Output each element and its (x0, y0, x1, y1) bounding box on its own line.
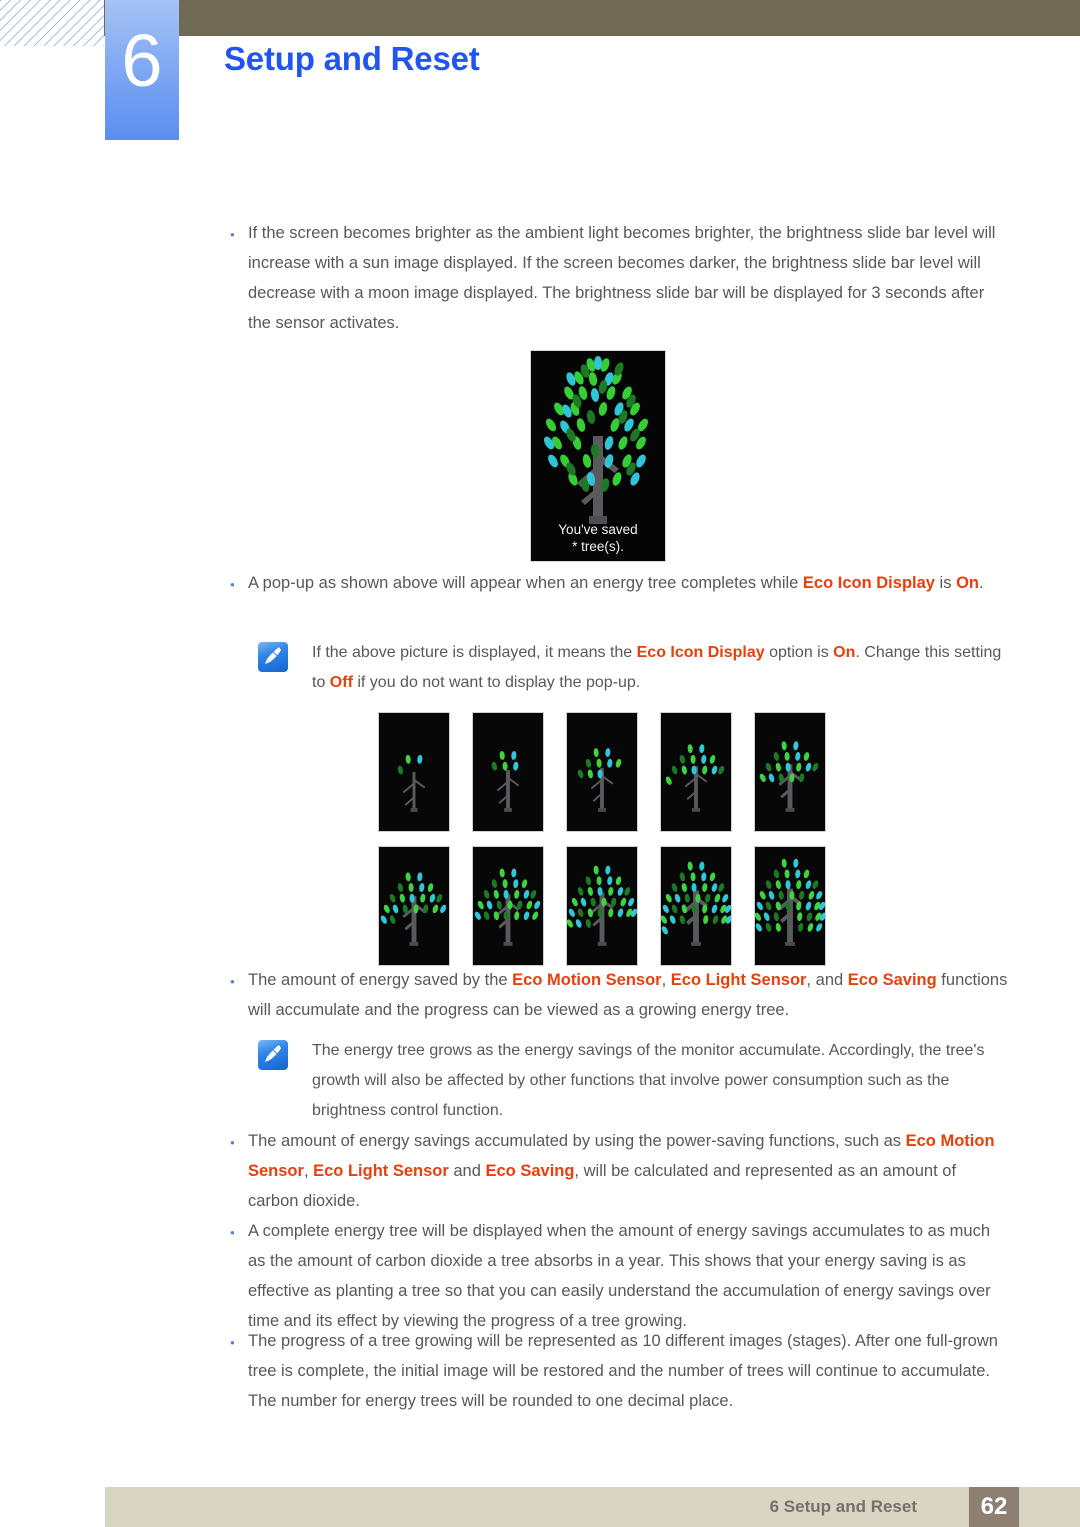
bullet-3-highlight-1: Eco Motion Sensor (512, 971, 662, 989)
stage-7-graphic (473, 847, 543, 965)
header-bar (104, 0, 1080, 36)
note-box-2: The energy tree grows as the energy savi… (258, 1036, 1020, 1126)
note-1-mid-1: option is (764, 644, 834, 661)
popup-caption: You've saved * tree(s). (531, 521, 665, 555)
chapter-number: 6 (121, 19, 163, 102)
bullet-4-highlight-2: Eco Light Sensor (313, 1162, 449, 1180)
note-1-text: If the above picture is displayed, it me… (312, 638, 1014, 698)
note-1-highlight-3: Off (329, 674, 353, 691)
bullet-2-pre: A pop-up as shown above will appear when… (248, 574, 803, 592)
tree-stage-2 (472, 712, 544, 832)
bullet-item-3: The amount of energy saved by the Eco Mo… (222, 965, 1012, 1025)
note-1-pre: If the above picture is displayed, it me… (312, 644, 637, 661)
bullet-3-mid-1: , (661, 971, 671, 989)
stage-9-graphic (661, 847, 731, 965)
stage-1-graphic (379, 713, 449, 831)
bullet-marker (222, 218, 248, 250)
bullet-2-highlight-1: Eco Icon Display (802, 574, 935, 592)
tree-stage-6 (378, 846, 450, 966)
bullet-item-5: A complete energy tree will be displayed… (222, 1216, 1012, 1336)
bullet-4-highlight-3: Eco Saving (485, 1162, 575, 1180)
popup-caption-line-2: * tree(s). (572, 539, 624, 554)
note-1-highlight-1: Eco Icon Display (636, 644, 765, 661)
bullet-marker (222, 1126, 248, 1158)
tree-stage-7 (472, 846, 544, 966)
energy-tree-popup-image: You've saved * tree(s). (530, 350, 666, 562)
bullet-item-1: If the screen becomes brighter as the am… (222, 218, 1012, 338)
stage-4-graphic (661, 713, 731, 831)
tree-stage-4 (660, 712, 732, 832)
bullet-4-pre: The amount of energy savings accumulated… (248, 1132, 906, 1150)
tree-stage-3 (566, 712, 638, 832)
bullet-marker (222, 568, 248, 600)
bullet-marker (222, 1326, 248, 1358)
bullet-3-highlight-2: Eco Light Sensor (670, 971, 807, 989)
bullet-3-pre: The amount of energy saved by the (248, 971, 513, 989)
note-2-text: The energy tree grows as the energy savi… (312, 1042, 985, 1119)
footer-label: 6 Setup and Reset (769, 1497, 917, 1516)
tree-growth-stage-grid (378, 712, 826, 966)
bullet-2-mid: is (934, 574, 957, 592)
bullet-4-text: The amount of energy savings accumulated… (248, 1126, 1010, 1216)
document-page: 6 Setup and Reset If the screen becomes … (0, 0, 1080, 1527)
tree-stage-8 (566, 846, 638, 966)
note-pen-icon (258, 1040, 288, 1070)
bullet-item-2: A pop-up as shown above will appear when… (222, 568, 1012, 600)
note-box-1: If the above picture is displayed, it me… (258, 638, 1014, 698)
bullet-item-6: The progress of a tree growing will be r… (222, 1326, 1012, 1416)
bullet-1-text: If the screen becomes brighter as the am… (248, 224, 996, 332)
note-1-highlight-2: On (833, 644, 856, 661)
bullet-6-text: The progress of a tree growing will be r… (248, 1332, 998, 1410)
stage-5-graphic (755, 713, 825, 831)
bullet-marker (222, 965, 248, 997)
bullet-2-highlight-2: On (956, 574, 979, 592)
bullet-4-mid-2: and (448, 1162, 486, 1180)
bullet-2-text: A pop-up as shown above will appear when… (248, 568, 1010, 598)
stage-6-graphic (379, 847, 449, 965)
stage-3-graphic (567, 713, 637, 831)
stage-2-graphic (473, 713, 543, 831)
stage-8-graphic (567, 847, 637, 965)
bullet-4-mid-1: , (303, 1162, 314, 1180)
bullet-item-4: The amount of energy savings accumulated… (222, 1126, 1012, 1216)
bullet-marker (222, 1216, 248, 1248)
tree-stage-5 (754, 712, 826, 832)
tree-stage-10 (754, 846, 826, 966)
bullet-3-text: The amount of energy saved by the Eco Mo… (248, 965, 1008, 1025)
note-1-post: if you do not want to display the pop-up… (352, 674, 641, 691)
bullet-3-highlight-3: Eco Saving (847, 971, 937, 989)
note-pen-icon (258, 642, 288, 672)
bullet-5-text: A complete energy tree will be displayed… (248, 1222, 991, 1330)
corner-hatch-decoration (0, 0, 104, 46)
tree-stage-1 (378, 712, 450, 832)
tree-stage-9 (660, 846, 732, 966)
popup-caption-line-1: You've saved (558, 522, 638, 537)
stage-10-graphic (755, 847, 825, 965)
page-title: Setup and Reset (224, 40, 480, 77)
bullet-2-post: . (978, 574, 984, 592)
page-number-badge: 62 (969, 1487, 1019, 1527)
bullet-3-mid-2: , and (806, 971, 848, 989)
